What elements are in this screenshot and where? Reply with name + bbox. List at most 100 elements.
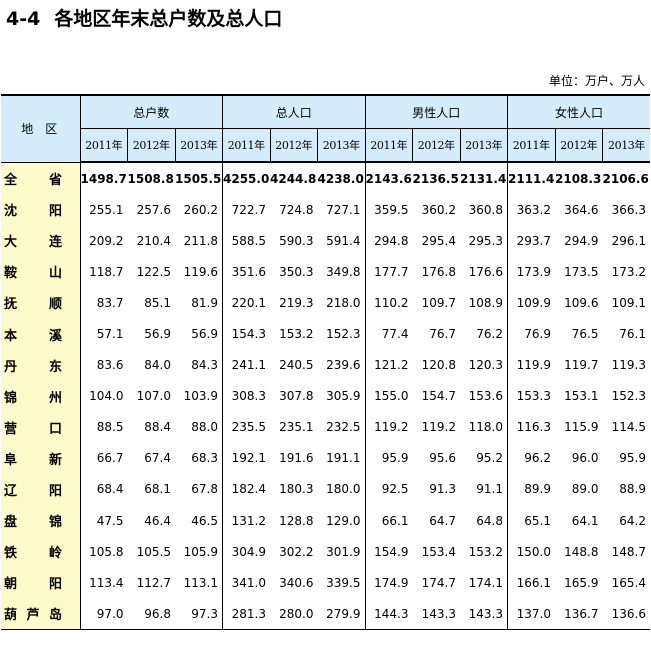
region-name-text: 盘锦 xyxy=(4,515,62,531)
table-row: 阜新 66.7 67.4 68.3 192.1 191.6 191.1 95.9 95.6 95.… xyxy=(1,442,650,474)
value-cell: 136.7 xyxy=(555,598,603,631)
region-name-text: 朝阳 xyxy=(4,577,62,593)
value-cell: 84.0 xyxy=(144,358,171,373)
value-cell: 232.5 xyxy=(326,420,361,435)
value-cell: 95.9 xyxy=(364,442,413,474)
region-name: 辽阳 xyxy=(1,473,80,506)
region-name: 盘锦 xyxy=(1,505,80,537)
value-cell: 109.1 xyxy=(611,295,646,310)
value-cell: 108.9 xyxy=(468,295,503,310)
value-cell: 119.3 xyxy=(611,358,646,373)
value-cell: 165.4 xyxy=(611,575,646,590)
value-cell: 255.1 xyxy=(79,194,128,226)
value-cell: 191.6 xyxy=(279,451,314,466)
value-cell: 279.9 xyxy=(317,598,365,631)
value-cell: 148.8 xyxy=(564,544,599,559)
value-cell: 136.6 xyxy=(602,598,650,631)
value-cell: 305.9 xyxy=(326,389,361,404)
value-cell: 88.5 xyxy=(79,411,128,443)
value-cell: 88.9 xyxy=(619,482,646,497)
table-body: 全省 1498.7 1508.8 1505.5 4255.0 4244.8 4238.0 21… xyxy=(1,162,650,631)
value-cell: 68.1 xyxy=(144,482,171,497)
region-name: 沈阳 xyxy=(1,194,80,226)
value-cell: 109.9 xyxy=(507,287,555,319)
value-cell: 66.1 xyxy=(364,505,413,537)
table-row: 葫芦岛 97.0 96.8 97.3 281.3 280.0 279.9 144.3 143.3… xyxy=(1,598,650,631)
value-cell: 351.6 xyxy=(222,256,270,288)
region-name-text: 本溪 xyxy=(4,328,62,344)
region-name: 鞍山 xyxy=(1,256,80,288)
value-cell: 68.3 xyxy=(191,451,218,466)
value-cell: 110.2 xyxy=(364,287,413,319)
value-cell: 76.5 xyxy=(571,327,599,342)
value-cell: 120.3 xyxy=(468,358,503,373)
value-cell: 118.7 xyxy=(79,256,128,288)
value-cell: 166.1 xyxy=(507,567,555,599)
group-header-total-population: 总人口 xyxy=(222,94,365,129)
table-row: 抚顺 83.7 85.1 81.9 220.1 219.3 218.0 110.2 109.7 1… xyxy=(1,287,650,319)
value-cell: 65.1 xyxy=(507,505,555,537)
value-cell: 257.6 xyxy=(136,202,171,217)
value-cell: 722.7 xyxy=(222,194,270,226)
value-cell: 91.3 xyxy=(429,482,456,497)
value-cell: 218.0 xyxy=(326,295,361,310)
group-header-male-population: 男性人口 xyxy=(364,94,508,129)
value-cell: 341.0 xyxy=(222,567,270,599)
value-cell: 155.0 xyxy=(364,380,413,412)
value-cell: 4244.8 xyxy=(270,171,317,186)
value-cell: 152.3 xyxy=(611,389,646,404)
value-cell: 104.0 xyxy=(79,380,128,412)
value-cell: 137.0 xyxy=(507,598,555,631)
value-cell: 131.2 xyxy=(222,505,270,537)
value-cell: 118.0 xyxy=(468,420,503,435)
value-cell: 154.3 xyxy=(222,318,270,350)
value-cell: 349.8 xyxy=(326,264,361,279)
table-row: 朝阳 113.4 112.7 113.1 341.0 340.6 339.5 174.9 174… xyxy=(1,567,650,599)
value-cell: 84.3 xyxy=(191,358,218,373)
value-cell: 119.7 xyxy=(564,358,599,373)
value-cell: 176.6 xyxy=(468,264,503,279)
value-cell: 150.0 xyxy=(507,536,555,568)
region-name-text: 营口 xyxy=(4,421,62,437)
value-cell: 121.2 xyxy=(364,349,413,381)
region-header: 地区 xyxy=(1,94,80,163)
value-cell: 128.8 xyxy=(279,513,314,528)
value-cell: 105.8 xyxy=(79,536,128,568)
region-name-text: 铁岭 xyxy=(4,546,62,562)
region-name-text: 全省 xyxy=(4,172,62,188)
value-cell: 153.2 xyxy=(279,327,314,342)
table-row: 鞍山 118.7 122.5 119.6 351.6 350.3 349.8 177.7 176… xyxy=(1,256,650,288)
value-cell: 2136.5 xyxy=(412,171,459,186)
value-cell: 103.9 xyxy=(183,389,218,404)
value-cell: 2108.3 xyxy=(555,171,602,186)
table-row: 沈阳 255.1 257.6 260.2 722.7 724.8 727.1 359.5 360… xyxy=(1,194,650,226)
year-header: 2012年 xyxy=(554,128,603,163)
value-cell: 192.1 xyxy=(222,442,270,474)
population-table: 地区 总户数 总人口 男性人口 女性人口 2011年 2012年 2013年 2011… xyxy=(1,94,650,631)
table-title: 4-4 各地区年末总户数及总人口 xyxy=(6,4,282,31)
year-header: 2011年 xyxy=(364,128,413,163)
region-name-text: 鞍山 xyxy=(4,266,62,282)
region-name-text: 抚顺 xyxy=(4,297,62,313)
value-cell: 724.8 xyxy=(279,202,314,217)
value-cell: 363.2 xyxy=(507,194,555,226)
value-cell: 92.5 xyxy=(364,473,413,506)
value-cell: 153.6 xyxy=(468,389,503,404)
value-cell: 68.4 xyxy=(79,473,128,506)
value-cell: 113.1 xyxy=(183,575,218,590)
value-cell: 295.4 xyxy=(421,233,456,248)
value-cell: 76.1 xyxy=(619,327,646,342)
table-number: 4-4 xyxy=(6,8,41,30)
region-name: 营口 xyxy=(1,411,80,443)
value-cell: 148.7 xyxy=(611,544,646,559)
value-cell: 191.1 xyxy=(326,451,361,466)
value-cell: 89.9 xyxy=(507,473,555,506)
value-cell: 153.1 xyxy=(564,389,599,404)
value-cell: 112.7 xyxy=(136,575,171,590)
value-cell: 85.1 xyxy=(144,295,171,310)
value-cell: 105.5 xyxy=(136,544,171,559)
value-cell: 46.4 xyxy=(144,513,171,528)
value-cell: 154.9 xyxy=(364,536,413,568)
value-cell: 153.3 xyxy=(507,380,555,412)
region-name: 抚顺 xyxy=(1,287,80,319)
